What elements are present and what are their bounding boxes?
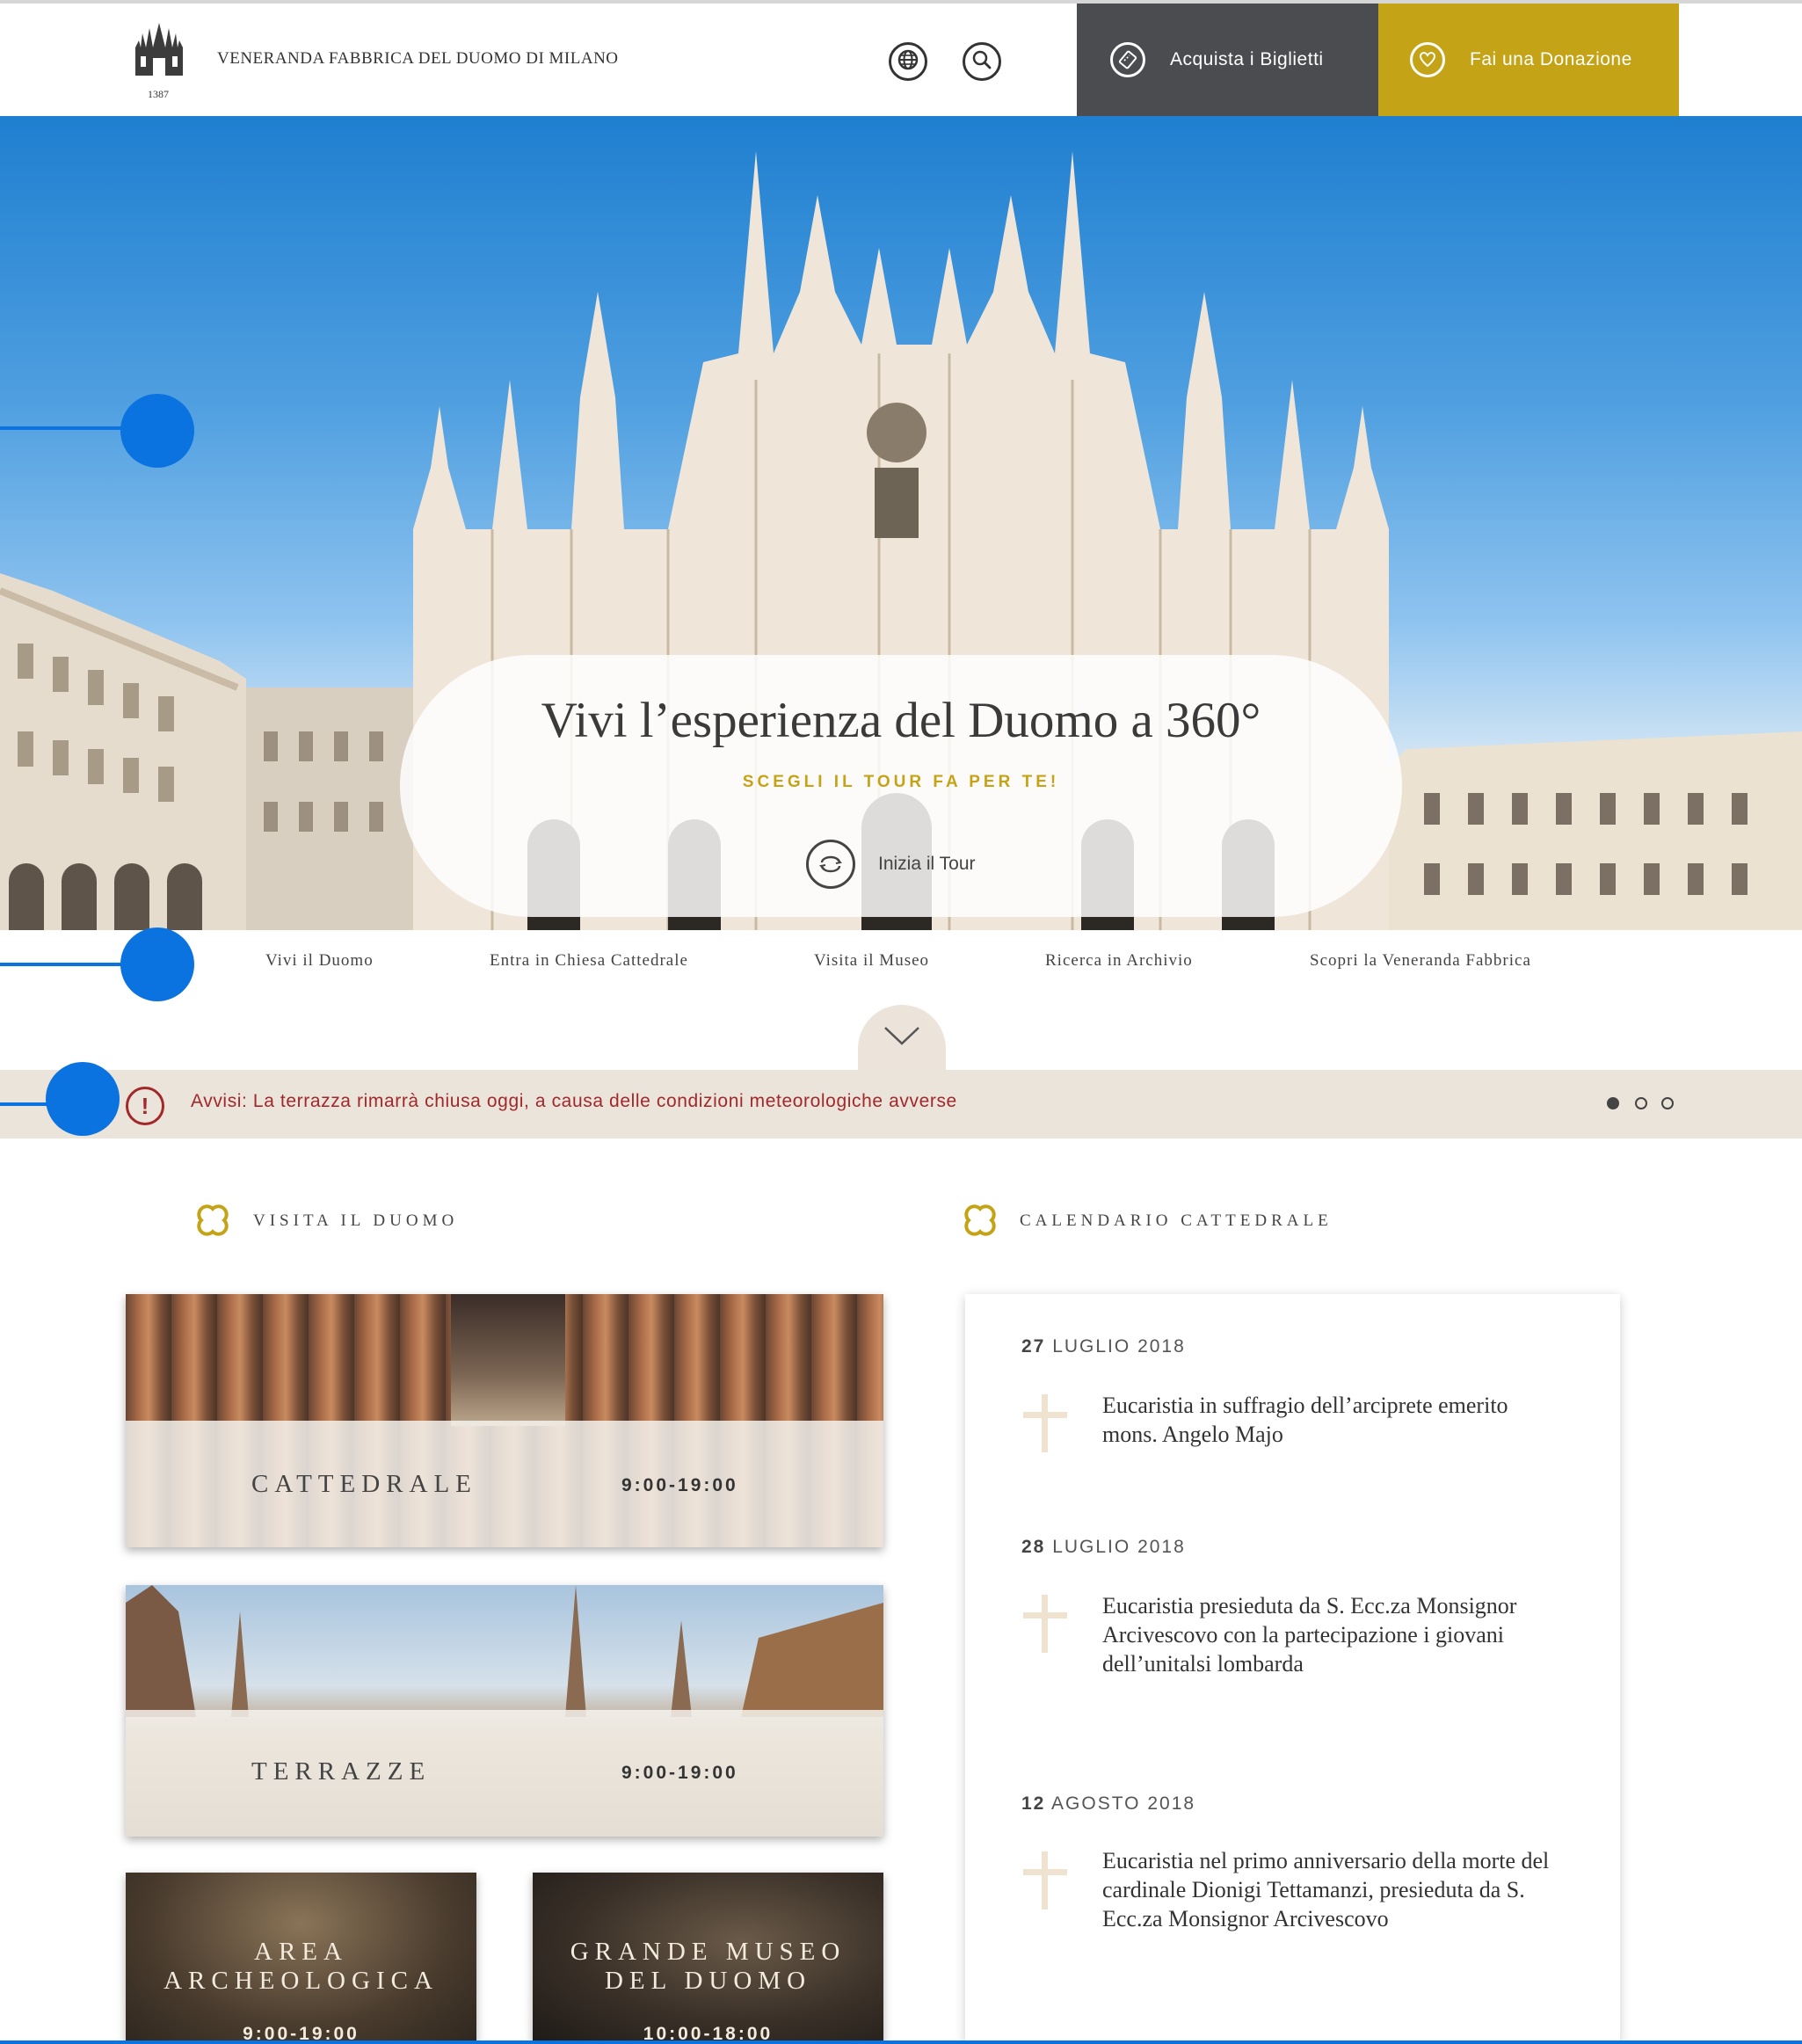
spires-photo-detail (126, 1585, 883, 1717)
card-title-line1: AREA (254, 1938, 348, 1966)
event-day: 12 (1021, 1793, 1046, 1814)
card-title-line2: DEL DUOMO (604, 1967, 812, 1995)
annotation-line-3 (0, 1102, 49, 1106)
start-tour-label: Inizia il Tour (878, 854, 976, 874)
card-title: CATTEDRALE (251, 1470, 477, 1498)
card-band (126, 1710, 883, 1837)
hero-banner: Vivi l’esperienza del Duomo a 360° SCEGL… (0, 116, 1802, 930)
buy-tickets-button[interactable]: Acquista i Biglietti (1077, 4, 1378, 116)
event-date: 28 LUGLIO 2018 (1021, 1537, 1186, 1558)
carousel-dot-3[interactable] (1661, 1097, 1674, 1109)
annotation-marker-2 (120, 927, 194, 1001)
event-day: 27 (1021, 1336, 1046, 1357)
exclamation-icon: ! (126, 1087, 164, 1125)
visit-card-area-archeologica[interactable]: AREA ARCHEOLOGICA 9:00-19:00 (126, 1873, 476, 2044)
event-title[interactable]: Eucaristia nel primo anniversario della … (1102, 1846, 1559, 1933)
card-band (126, 1421, 883, 1547)
nave-photo-detail (451, 1294, 565, 1426)
nav-entra-in-chiesa[interactable]: Entra in Chiesa Cattedrale (490, 951, 688, 971)
bottom-accent-line (0, 2040, 1802, 2044)
cross-icon (1023, 1851, 1067, 1909)
start-tour-button[interactable]: Inizia il Tour (806, 838, 976, 891)
donate-label: Fai una Donazione (1470, 49, 1632, 69)
annotation-marker-3 (46, 1062, 120, 1136)
quatrefoil-icon (197, 1204, 229, 1236)
card-title: TERRAZZE (251, 1757, 432, 1786)
tour-title: Vivi l’esperienza del Duomo a 360° (541, 693, 1261, 748)
event-month: LUGLIO 2018 (1052, 1336, 1186, 1357)
annotation-line-1 (0, 426, 123, 430)
visit-card-cattedrale[interactable]: CATTEDRALE 9:00-19:00 (126, 1294, 883, 1547)
event-date: 27 LUGLIO 2018 (1021, 1336, 1186, 1357)
brand-name[interactable]: VENERANDA FABBRICA DEL DUOMO DI MILANO (217, 49, 619, 69)
quatrefoil-icon (964, 1204, 996, 1236)
360-rotate-icon (806, 840, 855, 889)
tour-subtitle: SCEGLI IL TOUR FA PER TE! (742, 773, 1060, 791)
card-title-line2: ARCHEOLOGICA (163, 1967, 439, 1995)
event-day: 28 (1021, 1537, 1046, 1557)
card-title-line1: GRANDE MUSEO (570, 1938, 847, 1966)
ticket-icon (1110, 42, 1145, 77)
alert-text[interactable]: Avvisi: La terrazza rimarrà chiusa oggi,… (191, 1091, 957, 1112)
nav-scopri-la-fabbrica[interactable]: Scopri la Veneranda Fabbrica (1310, 951, 1531, 971)
event-month: AGOSTO 2018 (1051, 1793, 1196, 1814)
logo-year: 1387 (148, 88, 169, 100)
calendar-panel: 27 LUGLIO 2018 Eucaristia in suffragio d… (965, 1294, 1620, 2044)
event-date: 12 AGOSTO 2018 (1021, 1793, 1195, 1815)
calendar-heading: CALENDARIO CATTEDRALE (1020, 1211, 1333, 1230)
card-hours: 9:00-19:00 (621, 1763, 738, 1783)
carousel-dot-2[interactable] (1635, 1097, 1647, 1109)
language-button[interactable] (889, 42, 927, 81)
card-hours: 9:00-19:00 (621, 1475, 738, 1495)
carousel-dot-1[interactable] (1607, 1097, 1619, 1109)
tour-card: Vivi l’esperienza del Duomo a 360° SCEGL… (400, 655, 1402, 917)
event-title[interactable]: Eucaristia presieduta da S. Ecc.za Monsi… (1102, 1591, 1559, 1678)
search-icon (970, 48, 993, 76)
nav-vivi-il-duomo[interactable]: Vivi il Duomo (265, 951, 374, 971)
heart-icon (1410, 42, 1445, 77)
cross-icon (1023, 1595, 1067, 1653)
annotation-marker-1 (120, 394, 194, 468)
visit-card-grande-museo[interactable]: GRANDE MUSEO DEL DUOMO 10:00-18:00 (533, 1873, 883, 2044)
event-month: LUGLIO 2018 (1052, 1537, 1186, 1557)
cross-icon (1023, 1394, 1067, 1452)
visit-heading: VISITA IL DUOMO (253, 1211, 459, 1230)
globe-icon (897, 48, 919, 76)
visit-card-terrazze[interactable]: TERRAZZE 9:00-19:00 (126, 1585, 883, 1837)
scroll-down-button[interactable] (858, 1005, 946, 1070)
donate-button[interactable]: Fai una Donazione (1378, 4, 1679, 116)
event-title[interactable]: Eucaristia in suffragio dell’arciprete e… (1102, 1391, 1559, 1449)
chevron-down-icon (883, 1026, 920, 1050)
annotation-line-2 (0, 963, 123, 966)
nav-visita-il-museo[interactable]: Visita il Museo (814, 951, 929, 971)
nav-ricerca-in-archivio[interactable]: Ricerca in Archivio (1045, 951, 1193, 971)
buy-tickets-label: Acquista i Biglietti (1170, 49, 1324, 69)
search-button[interactable] (963, 42, 1001, 81)
